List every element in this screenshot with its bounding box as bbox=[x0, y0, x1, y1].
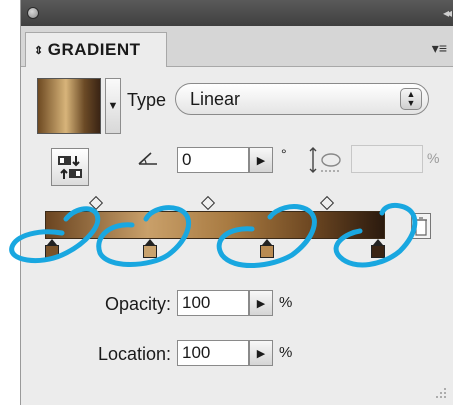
resize-grip-icon[interactable] bbox=[433, 385, 447, 399]
aspect-ratio-icon bbox=[309, 147, 341, 173]
gradient-stop-color bbox=[45, 245, 59, 258]
location-dropdown-button[interactable]: ▶ bbox=[249, 340, 273, 366]
angle-input[interactable]: 0 bbox=[177, 147, 249, 173]
gradient-midpoint[interactable] bbox=[201, 195, 216, 211]
gradient-stop[interactable] bbox=[142, 239, 157, 259]
panel-menu-icon[interactable]: ▾≡ bbox=[432, 40, 447, 57]
opacity-unit: % bbox=[279, 294, 293, 311]
gradient-swatch[interactable] bbox=[37, 78, 101, 134]
opacity-label: Opacity: bbox=[104, 294, 171, 314]
gradient-stop[interactable] bbox=[45, 239, 59, 259]
opacity-input[interactable]: 100 bbox=[177, 290, 249, 316]
tab-gradient[interactable]: ⇕ GRADIENT bbox=[25, 32, 167, 67]
collapse-icon[interactable]: ◂◂ bbox=[443, 6, 452, 20]
angle-icon bbox=[138, 152, 157, 165]
type-select[interactable]: Linear ▲ ▼ bbox=[175, 83, 429, 115]
gradient-stop[interactable] bbox=[371, 239, 385, 259]
opacity-dropdown-button[interactable]: ▶ bbox=[249, 290, 273, 316]
degree-unit: ° bbox=[281, 146, 287, 162]
angle-dropdown-button[interactable]: ▶ bbox=[249, 147, 273, 173]
gradient-stop-color bbox=[371, 245, 385, 258]
panel-titlebar[interactable]: ◂◂ bbox=[21, 0, 453, 26]
play-arrow-icon: ▶ bbox=[256, 347, 266, 360]
tab-gradient-label: GRADIENT bbox=[47, 40, 141, 59]
aspect-ratio-input bbox=[351, 145, 423, 173]
delete-stop-button[interactable] bbox=[411, 213, 431, 239]
gradient-ramp[interactable] bbox=[45, 211, 385, 239]
aspect-ratio-unit: % bbox=[427, 150, 440, 166]
trash-icon bbox=[415, 217, 427, 236]
play-arrow-icon: ▶ bbox=[256, 297, 266, 310]
gradient-stop[interactable] bbox=[260, 239, 275, 259]
chevron-down-icon: ▼ bbox=[107, 100, 119, 112]
reverse-gradient-button[interactable] bbox=[51, 148, 89, 186]
tab-row: ⇕ GRADIENT ▾≡ bbox=[21, 26, 453, 67]
type-select-value: Linear bbox=[190, 88, 241, 109]
gradient-stop-color bbox=[142, 245, 157, 258]
tab-options-icon[interactable]: ⇕ bbox=[34, 44, 44, 57]
play-arrow-icon: ▶ bbox=[256, 154, 266, 167]
location-input[interactable]: 100 bbox=[177, 340, 249, 366]
gradient-panel: ◂◂ ⇕ GRADIENT ▾≡ ▼ Type Linear ▲ ▼ 0 ▶ °… bbox=[20, 0, 453, 405]
gradient-midpoint[interactable] bbox=[88, 195, 104, 211]
reverse-gradient-icon bbox=[58, 156, 82, 179]
gradient-midpoint[interactable] bbox=[320, 195, 335, 211]
type-label: Type bbox=[127, 90, 167, 110]
location-label: Location: bbox=[97, 344, 171, 364]
gradient-swatch-dropdown[interactable]: ▼ bbox=[105, 78, 121, 134]
close-icon[interactable] bbox=[27, 7, 39, 19]
select-arrows-icon[interactable]: ▲ ▼ bbox=[400, 88, 422, 110]
gradient-stop-color bbox=[260, 245, 275, 258]
location-unit: % bbox=[279, 344, 293, 361]
